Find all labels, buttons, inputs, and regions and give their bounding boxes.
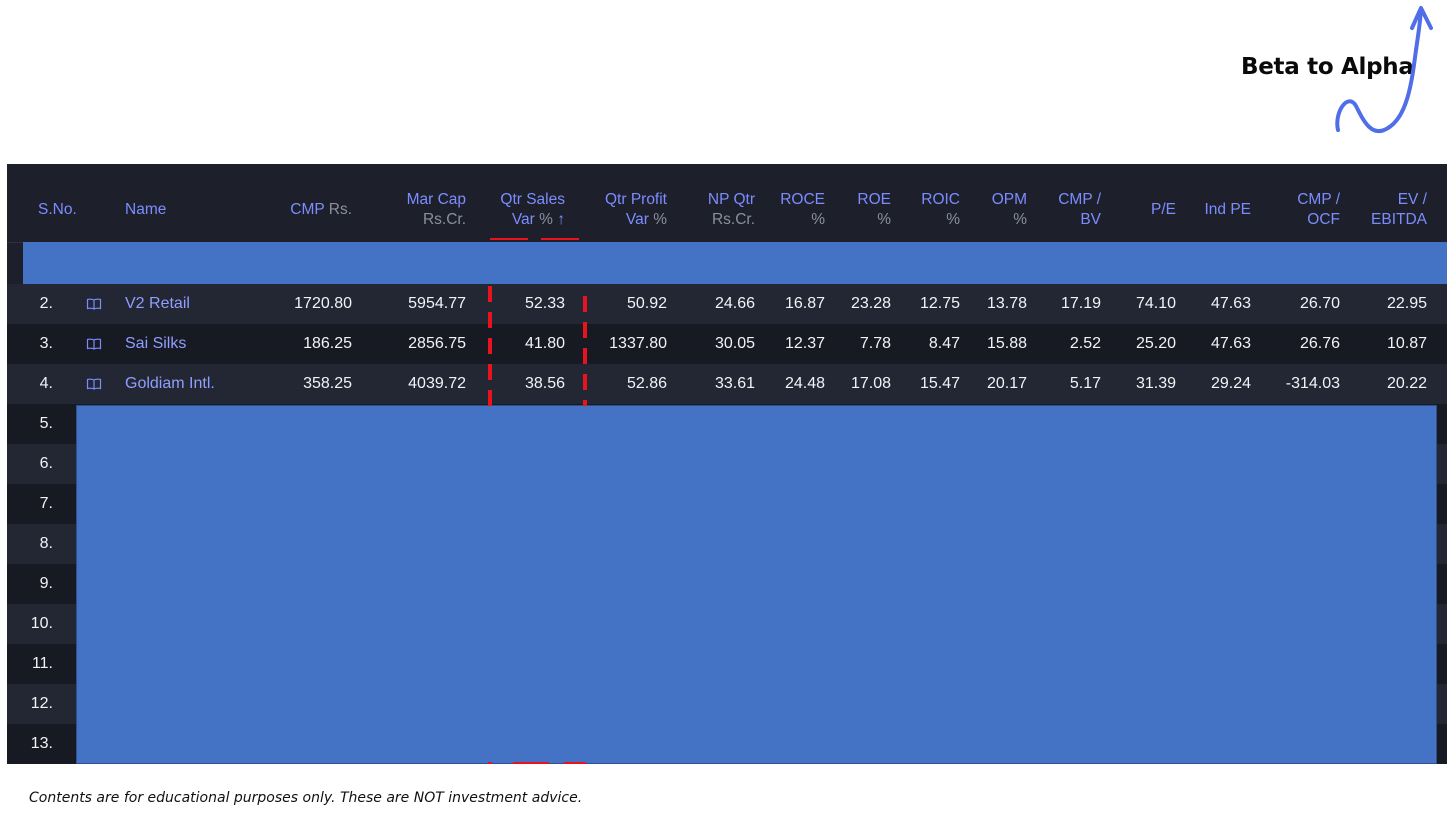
cell-cmpocf: 26.76 bbox=[1299, 335, 1340, 352]
cell-cmp: 1720.80 bbox=[294, 295, 352, 312]
row-sno: 10. bbox=[30, 615, 53, 632]
screener-table: S.No. Name CMP Rs. Mar Cap Rs.Cr. Qtr Sal… bbox=[7, 164, 1447, 764]
header-cmp[interactable]: CMP Rs. bbox=[290, 200, 352, 220]
cell-cmpbv: 2.52 bbox=[1069, 335, 1101, 352]
cell-roce: 12.37 bbox=[784, 335, 825, 352]
header-name[interactable]: Name bbox=[125, 200, 166, 220]
cell-cmp: 358.25 bbox=[303, 375, 352, 392]
cell-opm: 15.88 bbox=[986, 335, 1027, 352]
highlight-dashed-line bbox=[488, 286, 492, 406]
cell-qsales: 38.56 bbox=[524, 375, 565, 392]
header-roe[interactable]: ROE% bbox=[857, 190, 891, 230]
disclaimer-text: Contents are for educational purposes on… bbox=[29, 790, 583, 806]
cell-npqtr: 24.66 bbox=[714, 295, 755, 312]
cell-cmpbv: 5.17 bbox=[1069, 375, 1101, 392]
cell-roic: 8.47 bbox=[928, 335, 960, 352]
row-sno: 5. bbox=[39, 415, 53, 432]
header-mcap[interactable]: Mar Cap Rs.Cr. bbox=[407, 190, 466, 230]
row-sno: 6. bbox=[39, 455, 53, 472]
table-row[interactable]: 3. Sai Silks 186.25 2856.75 41.80 1337.80 30.0… bbox=[7, 324, 1447, 364]
cell-indpe: 47.63 bbox=[1210, 335, 1251, 352]
table-row[interactable]: 4. Goldiam Intl. 358.25 4039.72 38.56 52.86 33… bbox=[7, 364, 1447, 404]
row-sno: 4. bbox=[39, 375, 53, 392]
header-cmp-ocf[interactable]: CMP / OCF bbox=[1297, 190, 1340, 230]
cell-roce: 24.48 bbox=[784, 375, 825, 392]
row-sno: 13. bbox=[30, 735, 53, 752]
squiggle-arrow-icon bbox=[1335, 6, 1433, 134]
cell-roe: 17.08 bbox=[850, 375, 891, 392]
cell-qprofit: 1337.80 bbox=[609, 335, 667, 352]
cell-cmpbv: 17.19 bbox=[1060, 295, 1101, 312]
cell-evebitda: 22.95 bbox=[1386, 295, 1427, 312]
row-sno: 7. bbox=[39, 495, 53, 512]
cell-evebitda: 20.22 bbox=[1386, 375, 1427, 392]
company-name-link[interactable]: V2 Retail bbox=[125, 284, 190, 324]
cell-pe: 31.39 bbox=[1135, 375, 1176, 392]
cell-indpe: 29.24 bbox=[1210, 375, 1251, 392]
company-name-link[interactable]: Sai Silks bbox=[125, 324, 186, 364]
header-pe[interactable]: P/E bbox=[1151, 200, 1176, 220]
table-header: S.No. Name CMP Rs. Mar Cap Rs.Cr. Qtr Sal… bbox=[7, 164, 1447, 243]
header-ind-pe[interactable]: Ind PE bbox=[1204, 200, 1251, 220]
highlight-underline bbox=[490, 238, 528, 240]
cell-roce: 16.87 bbox=[784, 295, 825, 312]
highlight-dashed-line bbox=[583, 296, 587, 406]
redaction-mask bbox=[76, 405, 1437, 764]
book-icon[interactable] bbox=[86, 377, 102, 391]
cell-qprofit: 50.92 bbox=[626, 295, 667, 312]
sort-asc-icon[interactable]: ↑ bbox=[557, 211, 565, 228]
cell-cmpocf: -314.03 bbox=[1285, 375, 1340, 392]
redaction-mask bbox=[23, 242, 1447, 284]
header-cmp-bv[interactable]: CMP / BV bbox=[1058, 190, 1101, 230]
highlight-underline bbox=[541, 238, 579, 240]
cell-cmpocf: 26.70 bbox=[1299, 295, 1340, 312]
cell-qprofit: 52.86 bbox=[626, 375, 667, 392]
cell-pe: 25.20 bbox=[1135, 335, 1176, 352]
cell-evebitda: 10.87 bbox=[1386, 335, 1427, 352]
cell-indpe: 47.63 bbox=[1210, 295, 1251, 312]
cell-opm: 20.17 bbox=[986, 375, 1027, 392]
cell-mcap: 2856.75 bbox=[408, 335, 466, 352]
cell-qsales: 52.33 bbox=[524, 295, 565, 312]
cell-mcap: 5954.77 bbox=[408, 295, 466, 312]
row-sno: 9. bbox=[39, 575, 53, 592]
book-icon[interactable] bbox=[86, 337, 102, 351]
cell-opm: 13.78 bbox=[986, 295, 1027, 312]
row-sno: 12. bbox=[30, 695, 53, 712]
header-roce[interactable]: ROCE% bbox=[780, 190, 825, 230]
cell-pe: 74.10 bbox=[1135, 295, 1176, 312]
company-name-link[interactable]: Goldiam Intl. bbox=[125, 364, 215, 404]
header-roic[interactable]: ROIC% bbox=[921, 190, 960, 230]
row-sno: 11. bbox=[31, 655, 53, 672]
highlight-dashed-line bbox=[488, 762, 492, 764]
cell-npqtr: 33.61 bbox=[714, 375, 755, 392]
cell-roic: 12.75 bbox=[919, 295, 960, 312]
cell-roe: 23.28 bbox=[850, 295, 891, 312]
cell-roe: 7.78 bbox=[859, 335, 891, 352]
header-opm[interactable]: OPM% bbox=[992, 190, 1027, 230]
header-sno[interactable]: S.No. bbox=[38, 200, 77, 220]
highlight-underline bbox=[513, 762, 549, 764]
header-ev-ebitda[interactable]: EV / EBITDA bbox=[1371, 190, 1427, 230]
header-np-qtr[interactable]: NP Qtr Rs.Cr. bbox=[708, 190, 755, 230]
cell-cmp: 186.25 bbox=[303, 335, 352, 352]
book-icon[interactable] bbox=[86, 297, 102, 311]
cell-qsales: 41.80 bbox=[524, 335, 565, 352]
cell-roic: 15.47 bbox=[919, 375, 960, 392]
cell-mcap: 4039.72 bbox=[408, 375, 466, 392]
cell-npqtr: 30.05 bbox=[714, 335, 755, 352]
row-sno: 2. bbox=[39, 295, 53, 312]
header-qtr-profit[interactable]: Qtr Profit Var % bbox=[605, 190, 667, 230]
highlight-underline bbox=[564, 762, 586, 764]
table-row[interactable]: 2. V2 Retail 1720.80 5954.77 52.33 50.92 24.66… bbox=[7, 284, 1447, 324]
header-qtr-sales[interactable]: Qtr Sales Var % ↑ bbox=[500, 190, 565, 230]
row-sno: 3. bbox=[39, 335, 53, 352]
row-sno: 8. bbox=[39, 535, 53, 552]
